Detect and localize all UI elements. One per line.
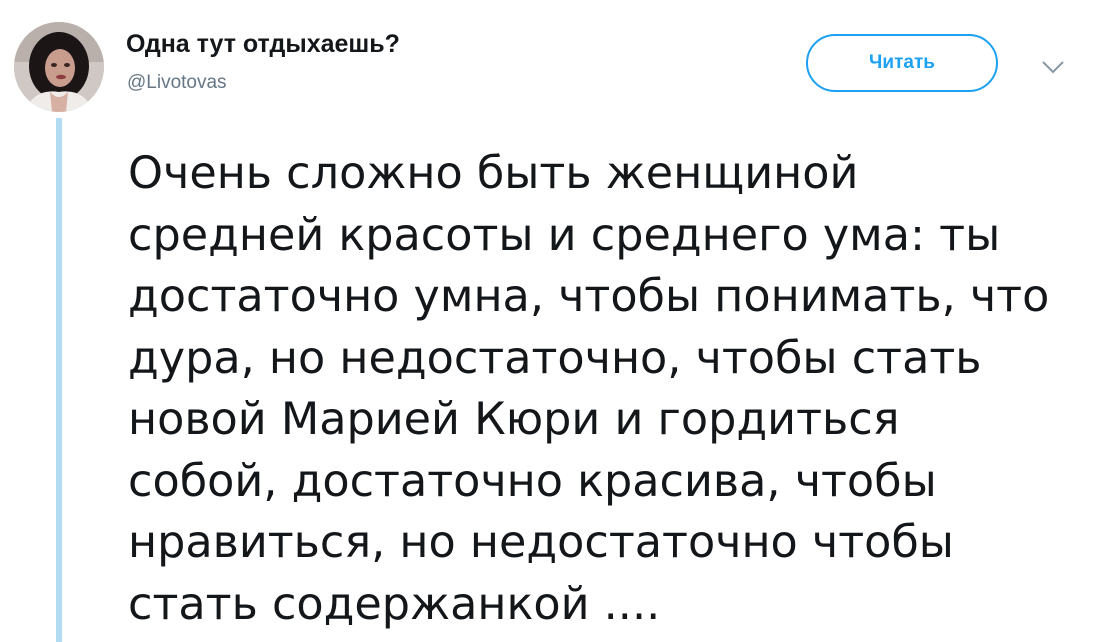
follow-button[interactable]: Читать bbox=[806, 34, 998, 92]
chevron-down-icon[interactable] bbox=[1040, 58, 1066, 76]
avatar[interactable] bbox=[14, 22, 104, 112]
author-handle[interactable]: @Livotovas bbox=[127, 72, 227, 94]
avatar-image bbox=[14, 22, 104, 112]
author-name[interactable]: Одна тут отдыхаешь? bbox=[126, 30, 400, 59]
thread-line bbox=[56, 118, 62, 642]
tweet-text: Очень сложно быть женщиной средней красо… bbox=[128, 148, 1050, 630]
